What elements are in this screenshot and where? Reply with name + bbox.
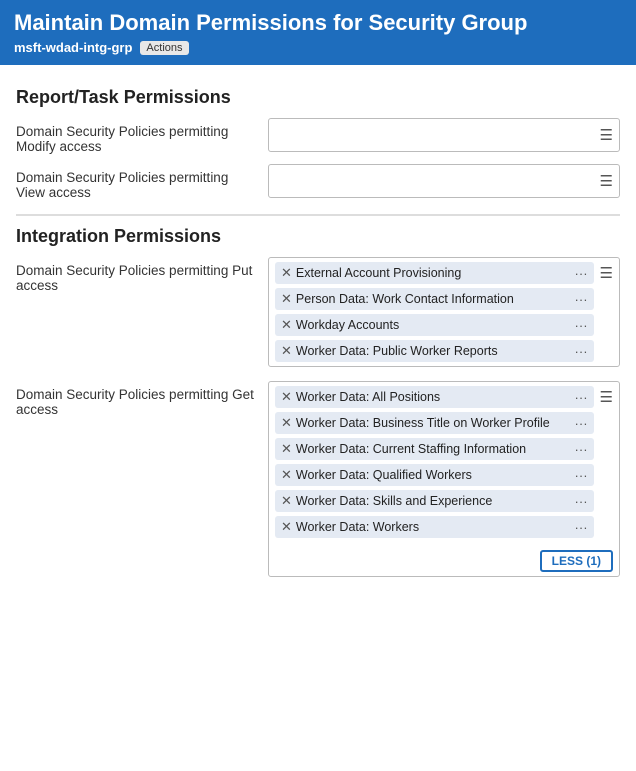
get-tags-list: ✕ Worker Data: All Positions ··· ✕ Worke…: [275, 386, 594, 538]
get-tag-6-dots[interactable]: ···: [575, 520, 588, 535]
get-tag-4-remove[interactable]: ✕: [281, 467, 292, 483]
get-tag-container: ✕ Worker Data: All Positions ··· ✕ Worke…: [268, 381, 620, 577]
get-tag-5: ✕ Worker Data: Skills and Experience ···: [275, 490, 594, 512]
get-tag-6-text: Worker Data: Workers: [296, 520, 571, 534]
get-list-icon[interactable]: ☰: [600, 388, 613, 406]
put-tag-1-dots[interactable]: ···: [575, 266, 588, 281]
get-tag-4-dots[interactable]: ···: [575, 468, 588, 483]
get-tag-5-text: Worker Data: Skills and Experience: [296, 494, 571, 508]
put-tag-3-dots[interactable]: ···: [575, 318, 588, 333]
page-header: Maintain Domain Permissions for Security…: [0, 0, 636, 65]
page-title: Maintain Domain Permissions for Security…: [14, 10, 622, 36]
get-tag-1-text: Worker Data: All Positions: [296, 390, 571, 404]
get-tag-3-dots[interactable]: ···: [575, 442, 588, 457]
put-tag-3: ✕ Workday Accounts ···: [275, 314, 594, 336]
get-tag-5-remove[interactable]: ✕: [281, 493, 292, 509]
put-tag-2-text: Person Data: Work Contact Information: [296, 292, 571, 306]
modify-list-icon[interactable]: ☰: [600, 126, 613, 144]
less-button[interactable]: LESS (1): [540, 550, 613, 572]
put-tag-1: ✕ External Account Provisioning ···: [275, 262, 594, 284]
get-tag-6: ✕ Worker Data: Workers ···: [275, 516, 594, 538]
modify-input[interactable]: ☰: [268, 118, 620, 152]
view-input[interactable]: ☰: [268, 164, 620, 198]
get-tag-2-dots[interactable]: ···: [575, 416, 588, 431]
put-tag-3-remove[interactable]: ✕: [281, 317, 292, 333]
section-divider: [16, 214, 620, 216]
get-tag-1-dots[interactable]: ···: [575, 390, 588, 405]
integration-section-title: Integration Permissions: [16, 226, 620, 247]
group-name: msft-wdad-intg-grp: [14, 40, 132, 55]
put-tags-list: ✕ External Account Provisioning ··· ✕ Pe…: [275, 262, 594, 362]
get-tag-4: ✕ Worker Data: Qualified Workers ···: [275, 464, 594, 486]
get-tag-5-dots[interactable]: ···: [575, 494, 588, 509]
put-list-icon[interactable]: ☰: [600, 264, 613, 282]
put-tag-4-dots[interactable]: ···: [575, 344, 588, 359]
get-tag-3: ✕ Worker Data: Current Staffing Informat…: [275, 438, 594, 460]
put-tag-4-remove[interactable]: ✕: [281, 343, 292, 359]
view-list-icon[interactable]: ☰: [600, 172, 613, 190]
put-tag-2-remove[interactable]: ✕: [281, 291, 292, 307]
get-tag-6-remove[interactable]: ✕: [281, 519, 292, 535]
get-tag-1: ✕ Worker Data: All Positions ···: [275, 386, 594, 408]
view-label: Domain Security Policies permitting View…: [16, 164, 256, 200]
get-tag-2-remove[interactable]: ✕: [281, 415, 292, 431]
put-tag-row: ✕ External Account Provisioning ··· ✕ Pe…: [275, 262, 613, 362]
get-tag-2-text: Worker Data: Business Title on Worker Pr…: [296, 416, 571, 430]
put-tag-2: ✕ Person Data: Work Contact Information …: [275, 288, 594, 310]
report-task-section-title: Report/Task Permissions: [16, 87, 620, 108]
view-field-row: Domain Security Policies permitting View…: [16, 164, 620, 200]
put-tag-4-text: Worker Data: Public Worker Reports: [296, 344, 571, 358]
put-tag-1-remove[interactable]: ✕: [281, 265, 292, 281]
put-tag-2-dots[interactable]: ···: [575, 292, 588, 307]
get-tag-3-text: Worker Data: Current Staffing Informatio…: [296, 442, 571, 456]
modify-field-row: Domain Security Policies permitting Modi…: [16, 118, 620, 154]
get-tag-4-text: Worker Data: Qualified Workers: [296, 468, 571, 482]
main-content: Report/Task Permissions Domain Security …: [0, 65, 636, 601]
put-tag-4: ✕ Worker Data: Public Worker Reports ···: [275, 340, 594, 362]
actions-badge[interactable]: Actions: [140, 41, 188, 55]
put-field-row: Domain Security Policies permitting Put …: [16, 257, 620, 367]
get-tag-1-remove[interactable]: ✕: [281, 389, 292, 405]
get-tag-row: ✕ Worker Data: All Positions ··· ✕ Worke…: [275, 386, 613, 538]
put-tag-1-text: External Account Provisioning: [296, 266, 571, 280]
put-label: Domain Security Policies permitting Put …: [16, 257, 256, 293]
modify-label: Domain Security Policies permitting Modi…: [16, 118, 256, 154]
get-tag-2: ✕ Worker Data: Business Title on Worker …: [275, 412, 594, 434]
get-field-row: Domain Security Policies permitting Get …: [16, 381, 620, 577]
get-label: Domain Security Policies permitting Get …: [16, 381, 256, 417]
get-tag-3-remove[interactable]: ✕: [281, 441, 292, 457]
put-tag-container: ✕ External Account Provisioning ··· ✕ Pe…: [268, 257, 620, 367]
put-tag-3-text: Workday Accounts: [296, 318, 571, 332]
